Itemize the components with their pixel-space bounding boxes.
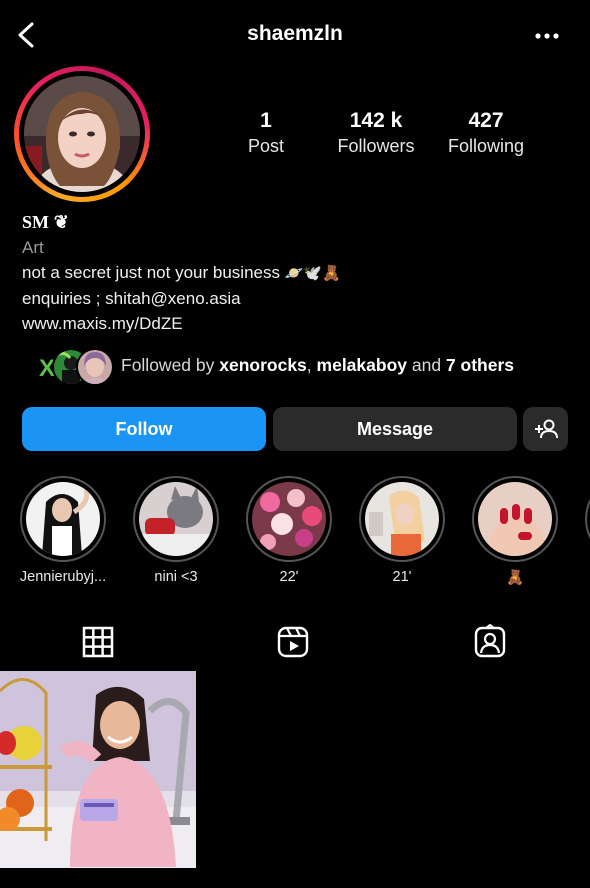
highlight-4[interactable]: 21': [357, 476, 447, 585]
grid-icon[interactable]: [80, 624, 116, 660]
followed-by-user-1[interactable]: xenorocks: [219, 355, 307, 375]
highlight-cover: [252, 482, 326, 556]
highlight-cover: [365, 482, 439, 556]
top-bar: shaemzln: [0, 0, 590, 70]
stat-following[interactable]: 427 Following: [440, 108, 532, 158]
followers-count: 142 k: [349, 109, 403, 132]
story-ring[interactable]: [14, 66, 150, 202]
message-button[interactable]: Message: [273, 407, 517, 451]
follower-avatar-3: [76, 348, 114, 386]
highlight-cover: [478, 482, 552, 556]
bio-line-2: enquiries ; shitah@xeno.asia: [22, 289, 241, 308]
stat-posts[interactable]: 1 Post: [232, 108, 300, 158]
highlight-label: 21': [392, 569, 412, 585]
following-label: Following: [447, 136, 525, 156]
followed-by-others[interactable]: 7 others: [446, 355, 514, 375]
followed-by-prefix: Followed by: [121, 355, 220, 375]
followed-by-separator: ,: [306, 355, 317, 375]
highlight-label: nini <3: [154, 569, 198, 585]
posts-count: 1: [260, 109, 272, 132]
profile-username: shaemzln: [247, 22, 343, 45]
highlight-label: 🧸: [505, 570, 525, 586]
highlight-1[interactable]: Jennierubyj...: [18, 476, 108, 585]
display-name: SM: [22, 212, 49, 232]
bio-line-1: not a secret just not your business: [22, 263, 280, 282]
highlight-6[interactable]: [583, 476, 590, 562]
bio-link[interactable]: www.maxis.my/DdZE: [22, 311, 341, 336]
bio: SM ❦ Art not a secret just not your busi…: [22, 210, 341, 336]
highlight-3[interactable]: 22': [244, 476, 334, 585]
post-thumbnail[interactable]: [0, 671, 196, 868]
chevron-left-icon[interactable]: [14, 20, 40, 50]
followers-label: Followers: [337, 136, 415, 156]
highlight-cover: [139, 482, 213, 556]
bio-emojis: 🪐🕊️🧸: [284, 265, 341, 282]
tagged-icon[interactable]: [472, 624, 508, 660]
profile-category: Art: [22, 238, 44, 257]
ellipsis-icon[interactable]: [532, 24, 562, 48]
followed-by-text: Followed by xenorocks, melakaboy and 7 o…: [121, 355, 514, 376]
following-count: 427: [468, 109, 504, 132]
name-emoji: ❦: [53, 212, 69, 232]
stat-followers[interactable]: 142 k Followers: [330, 108, 422, 158]
suggested-users-button[interactable]: [523, 407, 568, 451]
highlight-label: Jennierubyj...: [19, 569, 107, 585]
followed-by-user-2[interactable]: melakaboy: [317, 355, 407, 375]
add-person-icon: [534, 419, 558, 439]
highlight-2[interactable]: nini <3: [131, 476, 221, 585]
highlight-label: 22': [279, 569, 299, 585]
highlight-cover: [26, 482, 100, 556]
highlight-5[interactable]: 🧸: [470, 476, 560, 586]
followed-by-and: and: [407, 355, 446, 375]
avatar: [24, 76, 140, 192]
posts-label: Post: [247, 136, 285, 156]
follow-button[interactable]: Follow: [22, 407, 266, 451]
reels-icon[interactable]: [275, 624, 311, 660]
followed-by-row[interactable]: X Followed by xenorocks, melakaboy and 7…: [28, 346, 588, 386]
